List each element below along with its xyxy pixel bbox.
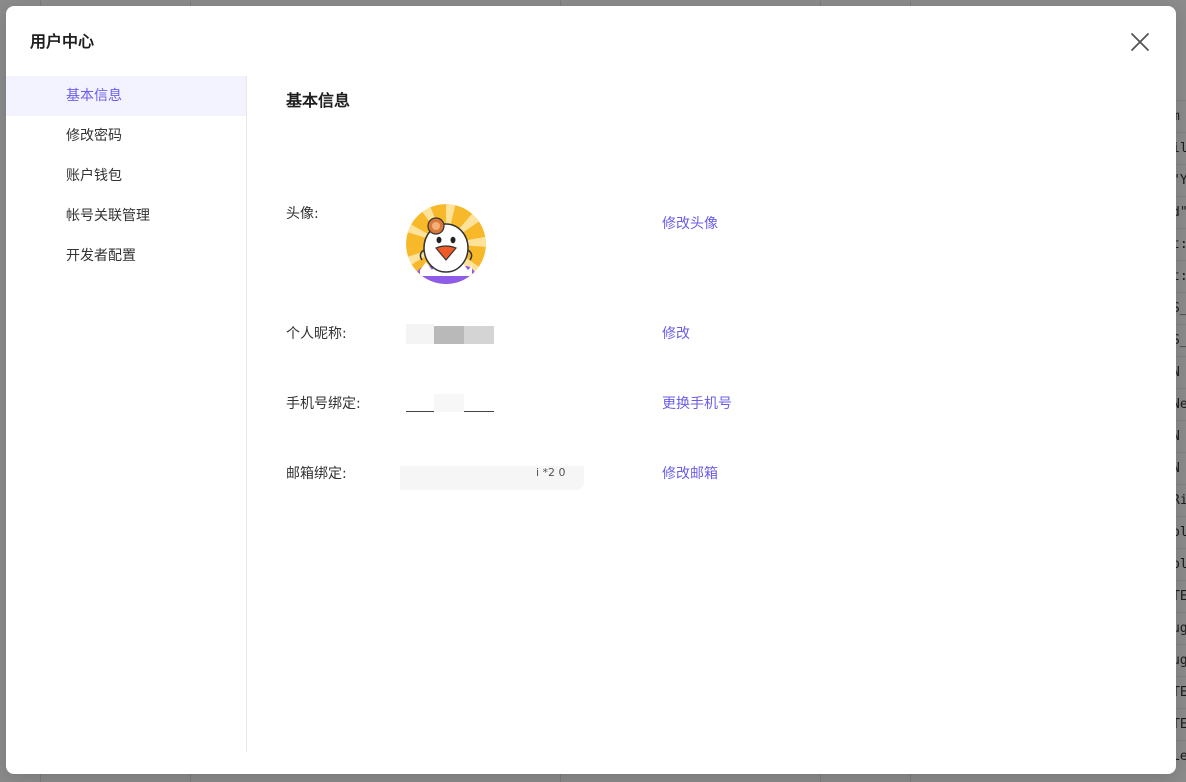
nav-item-basic-info[interactable]: 基本信息 <box>6 76 246 116</box>
avatar <box>406 204 486 284</box>
email-label: 邮箱绑定: <box>286 466 347 482</box>
nickname-label: 个人昵称: <box>286 326 347 342</box>
side-nav: 基本信息 修改密码 账户钱包 帐号关联管理 开发者配置 <box>6 76 247 752</box>
phone-value-redacted <box>406 394 496 414</box>
change-avatar-link[interactable]: 修改头像 <box>662 214 718 234</box>
content-title: 基本信息 <box>286 91 351 110</box>
avatar-label: 头像: <box>286 206 319 222</box>
change-email-link[interactable]: 修改邮箱 <box>662 464 718 484</box>
email-value-redacted: i *2 0 <box>400 466 584 492</box>
nav-item-change-password[interactable]: 修改密码 <box>6 116 246 156</box>
nav-item-wallet[interactable]: 账户钱包 <box>6 156 246 196</box>
phone-label: 手机号绑定: <box>286 396 361 412</box>
nav-item-account-linking[interactable]: 帐号关联管理 <box>6 196 246 236</box>
change-phone-link[interactable]: 更换手机号 <box>662 394 732 414</box>
close-icon[interactable] <box>1128 30 1152 54</box>
nav-item-developer-config[interactable]: 开发者配置 <box>6 236 246 276</box>
change-nickname-link[interactable]: 修改 <box>662 324 690 344</box>
nickname-value-redacted <box>406 324 496 346</box>
modal-title: 用户中心 <box>30 32 95 51</box>
email-visible-fragment: i *2 0 <box>536 466 566 479</box>
user-center-modal: 用户中心 基本信息 修改密码 账户钱包 帐号关联管理 开发者配置 基本信息 头像… <box>6 6 1176 774</box>
